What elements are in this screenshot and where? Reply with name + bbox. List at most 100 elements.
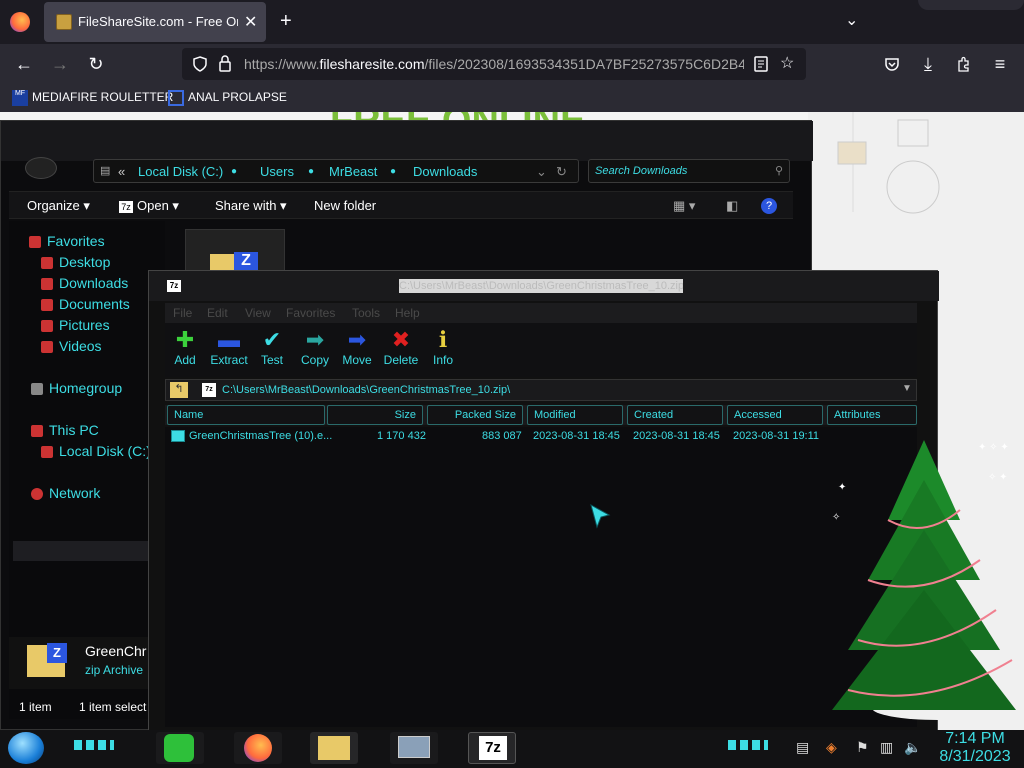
- copy-button[interactable]: ➡ Copy: [293, 327, 337, 367]
- forward-arrow-icon[interactable]: →: [48, 52, 72, 76]
- taskbar-clock[interactable]: 7:14 PM 8/31/2023: [930, 730, 1020, 766]
- explorer-search-box[interactable]: Search Downloads ⚲: [588, 159, 790, 183]
- 7zip-app-icon[interactable]: 7z: [167, 280, 181, 292]
- firefox-logo-icon[interactable]: [10, 12, 30, 32]
- explorer-address-bar[interactable]: ▤ « Local Disk (C:) ● Users ● MrBeast ● …: [93, 159, 579, 183]
- breadcrumb-users[interactable]: Users: [260, 164, 294, 179]
- table-row[interactable]: GreenChristmasTree (10).e... 1 170 432 8…: [165, 427, 917, 447]
- nav-downloads[interactable]: Downloads: [41, 275, 128, 291]
- up-folder-icon[interactable]: ↰: [170, 382, 188, 398]
- clock-time: 7:14 PM: [945, 730, 1005, 747]
- column-attributes[interactable]: Attributes: [827, 405, 917, 425]
- browser-tab[interactable]: FileShareSite.com - Free Online ✕: [44, 2, 266, 42]
- action-center-flag-icon[interactable]: ⚑: [856, 739, 869, 756]
- taskbar-notes-app[interactable]: [156, 732, 204, 764]
- path-dropdown-icon[interactable]: ▼: [902, 383, 912, 394]
- new-tab-button[interactable]: +: [280, 10, 292, 33]
- nav-local-disk[interactable]: Local Disk (C:): [41, 443, 151, 459]
- mediafire-favicon-icon: MF: [12, 90, 28, 106]
- breadcrumb-separator-icon[interactable]: ●: [308, 166, 314, 177]
- reload-icon[interactable]: ↻: [84, 52, 108, 76]
- nav-favorites[interactable]: Favorites: [29, 233, 105, 249]
- tab-close-button[interactable]: ✕: [244, 12, 257, 32]
- column-accessed[interactable]: Accessed: [727, 405, 823, 425]
- nav-label: Network: [49, 485, 101, 501]
- bookmark-star-icon[interactable]: ☆: [780, 53, 794, 73]
- menu-edit[interactable]: Edit: [207, 306, 228, 320]
- info-button[interactable]: ℹ Info: [421, 327, 465, 367]
- column-created[interactable]: Created: [627, 405, 723, 425]
- nav-pictures[interactable]: Pictures: [41, 317, 110, 333]
- share-with-button[interactable]: Share with ▾: [215, 198, 287, 214]
- nav-label: Videos: [59, 338, 102, 354]
- menu-hamburger-icon[interactable]: ≡: [988, 52, 1012, 76]
- url-text[interactable]: https://www.filesharesite.com/files/2023…: [244, 56, 744, 72]
- menu-favorites[interactable]: Favorites: [286, 306, 335, 320]
- menu-help[interactable]: Help: [395, 306, 420, 320]
- help-icon[interactable]: ?: [761, 198, 777, 214]
- tracking-shield-icon[interactable]: [192, 56, 208, 72]
- delete-button[interactable]: ✖ Delete: [379, 327, 423, 367]
- tray-show-hidden-icon[interactable]: ▤: [796, 739, 809, 756]
- back-arrow-icon[interactable]: ←: [12, 52, 36, 76]
- 7zip-title-bar[interactable]: 7z C:\Users\MrBeast\Downloads\GreenChris…: [149, 271, 939, 301]
- breadcrumb-local-disk[interactable]: Local Disk (C:): [138, 164, 223, 179]
- 7zip-path-text[interactable]: C:\Users\MrBeast\Downloads\GreenChristma…: [222, 384, 510, 396]
- reader-view-icon[interactable]: [754, 56, 768, 72]
- nav-homegroup[interactable]: Homegroup: [31, 380, 122, 396]
- network-icon[interactable]: ▥: [880, 739, 893, 756]
- nav-network[interactable]: Network: [31, 485, 100, 501]
- breadcrumb-separator-icon[interactable]: ●: [390, 166, 396, 177]
- nav-label: This PC: [49, 422, 99, 438]
- nav-this-pc[interactable]: This PC: [31, 422, 99, 438]
- breadcrumb-overflow[interactable]: «: [118, 164, 125, 179]
- move-button[interactable]: ➡ Move: [335, 327, 379, 367]
- menu-view[interactable]: View: [245, 306, 271, 320]
- back-forward-orb-icon[interactable]: [25, 157, 57, 179]
- downloads-icon[interactable]: ⤓: [916, 52, 940, 76]
- copy-arrow-icon: ➡: [305, 327, 325, 352]
- breadcrumb-downloads[interactable]: Downloads: [413, 164, 477, 179]
- nav-videos[interactable]: Videos: [41, 338, 102, 354]
- column-name[interactable]: Name: [167, 405, 325, 425]
- menu-file[interactable]: File: [173, 306, 192, 320]
- preview-pane-icon[interactable]: ◧: [726, 198, 738, 214]
- taskbar-7zip[interactable]: 7z: [468, 732, 516, 764]
- organize-button[interactable]: Organize ▾: [27, 198, 90, 214]
- lock-icon[interactable]: [218, 55, 232, 73]
- list-all-tabs-button[interactable]: ⌄: [845, 10, 858, 30]
- nav-desktop[interactable]: Desktop: [41, 254, 110, 270]
- extensions-icon[interactable]: [956, 56, 972, 72]
- tray-app-icon[interactable]: ◈: [826, 739, 837, 756]
- address-dropdown-icon[interactable]: ⌄: [536, 164, 547, 180]
- column-size[interactable]: Size: [327, 405, 423, 425]
- taskbar-monitor-app[interactable]: [390, 732, 438, 764]
- volume-icon[interactable]: 🔈: [904, 739, 921, 756]
- address-refresh-icon[interactable]: ↻: [556, 164, 567, 180]
- bookmark-mediafire-rouletter[interactable]: MF MEDIAFIRE ROULETTER: [12, 90, 173, 106]
- start-orb-button[interactable]: [8, 732, 44, 764]
- menu-tools[interactable]: Tools: [352, 306, 380, 320]
- add-button[interactable]: ✚ Add: [163, 327, 207, 367]
- view-options-icon[interactable]: ▦ ▾: [673, 198, 695, 214]
- open-button[interactable]: 7z Open ▾: [119, 198, 179, 214]
- svg-text:✧ ✦: ✧ ✦: [988, 472, 1008, 483]
- taskbar-file-explorer[interactable]: [310, 732, 358, 764]
- test-button[interactable]: ✔ Test: [250, 327, 294, 367]
- bookmark-label: MEDIAFIRE ROULETTER: [32, 90, 174, 105]
- bookmark-second[interactable]: ANAL PROLAPSE: [168, 90, 287, 106]
- nav-label: Pictures: [59, 317, 110, 333]
- column-packed-size[interactable]: Packed Size: [427, 405, 523, 425]
- url-bar[interactable]: https://www.filesharesite.com/files/2023…: [182, 48, 806, 80]
- breadcrumb-mrbeast[interactable]: MrBeast: [329, 164, 377, 179]
- 7zip-path-bar[interactable]: ↰ 7z C:\Users\MrBeast\Downloads\GreenChr…: [165, 379, 917, 401]
- pocket-icon[interactable]: [884, 56, 900, 72]
- 7zip-file-list[interactable]: GreenChristmasTree (10).e... 1 170 432 8…: [165, 427, 917, 727]
- breadcrumb-separator-icon[interactable]: ●: [231, 166, 237, 177]
- taskbar-firefox[interactable]: [234, 732, 282, 764]
- nav-documents[interactable]: Documents: [41, 296, 130, 312]
- column-modified[interactable]: Modified: [527, 405, 623, 425]
- new-folder-button[interactable]: New folder: [314, 198, 376, 213]
- search-icon[interactable]: ⚲: [775, 164, 783, 177]
- extract-button[interactable]: ▬ Extract: [207, 327, 251, 367]
